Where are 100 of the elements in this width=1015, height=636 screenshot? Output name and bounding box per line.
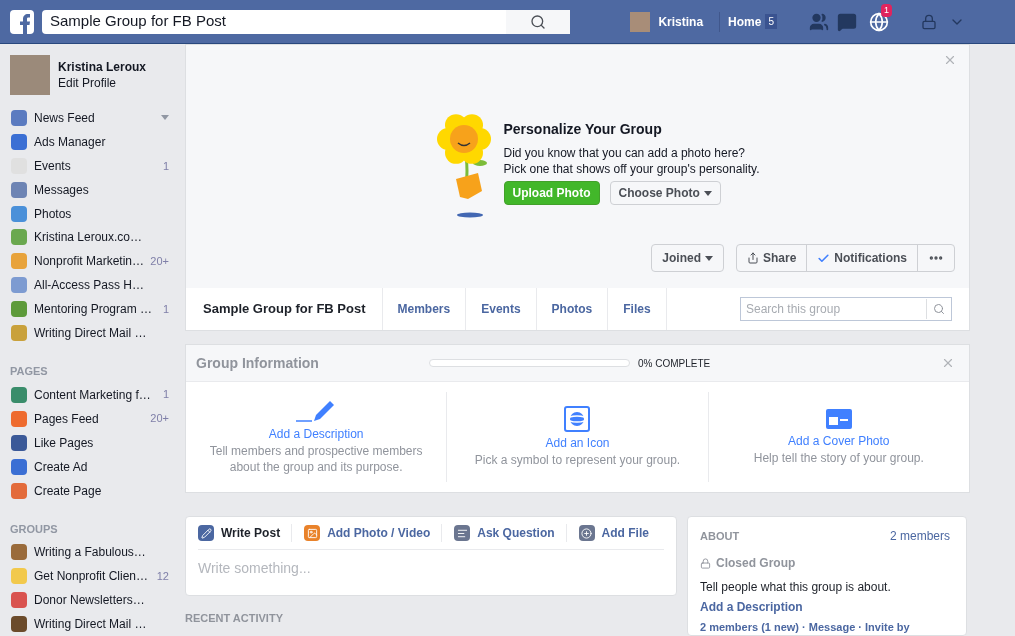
privacy-label: Closed Group bbox=[716, 555, 796, 572]
section-heading: GROUPS bbox=[9, 521, 59, 537]
joined-button[interactable]: Joined bbox=[651, 244, 724, 272]
group-search-input[interactable]: Search this group bbox=[741, 300, 926, 318]
sidebar-item[interactable]: Nonprofit Marketin… 20+ bbox=[0, 249, 185, 274]
sidebar-item-label: Create Page bbox=[34, 482, 103, 500]
recent-activity-heading: RECENT ACTIVITY bbox=[185, 611, 284, 626]
composer-tab[interactable]: Add Photo / Video bbox=[327, 524, 431, 542]
choose-photo-button[interactable]: Choose Photo bbox=[609, 181, 721, 205]
lock-icon bbox=[700, 557, 711, 569]
sidebar-item[interactable]: Like Pages bbox=[0, 430, 185, 455]
group-nav-tab[interactable]: Members bbox=[382, 288, 467, 330]
sidebar-item[interactable]: Donor Newsletters… bbox=[0, 588, 185, 613]
sidebar-item[interactable]: Content Marketing f… 1 bbox=[0, 382, 185, 407]
sidebar-item[interactable]: Mentoring Program … 1 bbox=[0, 297, 185, 322]
sidebar-item[interactable]: Writing a Fabulous… bbox=[0, 540, 185, 565]
item-count: 1 bbox=[162, 301, 169, 317]
caret-icon[interactable] bbox=[161, 115, 169, 121]
privacy-icon[interactable] bbox=[921, 13, 937, 30]
sidebar-item[interactable]: Writing Direct Mail … bbox=[0, 612, 185, 636]
notifications-button[interactable]: Notifications bbox=[807, 245, 918, 271]
sidebar-item-icon bbox=[11, 544, 27, 561]
messages-icon[interactable] bbox=[837, 11, 857, 32]
info-card-text: Help tell the story of your group. bbox=[753, 450, 924, 466]
add-description-link[interactable]: Add a Description bbox=[700, 598, 954, 616]
sidebar-item[interactable]: Writing Direct Mail … bbox=[0, 321, 185, 346]
group-search-field[interactable]: Search this group bbox=[740, 297, 952, 321]
close-icon[interactable] bbox=[943, 53, 957, 67]
sidebar-item-icon bbox=[11, 410, 27, 427]
add-file-icon bbox=[578, 525, 595, 541]
sidebar-item[interactable]: Create Ad bbox=[0, 454, 185, 479]
user-avatar[interactable] bbox=[630, 11, 651, 32]
friends-icon[interactable] bbox=[809, 11, 829, 32]
sidebar-item-icon bbox=[11, 568, 27, 585]
item-count: 12 bbox=[156, 568, 169, 584]
facebook-logo[interactable] bbox=[10, 9, 34, 34]
search-value: Sample Group for FB Post bbox=[49, 11, 227, 32]
search-icon bbox=[530, 13, 546, 30]
about-text: Tell people what this group is about. bbox=[700, 579, 892, 596]
sidebar-item-label: Writing Direct Mail … bbox=[34, 616, 148, 634]
sidebar-item-label: Ads Manager bbox=[34, 133, 107, 151]
item-count: 1 bbox=[162, 387, 169, 403]
share-arrow-icon bbox=[746, 252, 759, 264]
sidebar-item[interactable]: Messages bbox=[0, 177, 185, 202]
info-card-link[interactable]: Add an Icon bbox=[545, 434, 610, 452]
sidebar-item[interactable]: Pages Feed 20+ bbox=[0, 406, 185, 431]
composer-tab[interactable]: Ask Question bbox=[477, 524, 555, 542]
sidebar-item[interactable]: All-Access Pass H… bbox=[0, 273, 185, 298]
progress-reading: 0% COMPLETE bbox=[638, 356, 711, 371]
sidebar-item-icon bbox=[11, 386, 27, 403]
group-info-title: Group Information bbox=[196, 353, 320, 373]
home-link[interactable]: Home bbox=[728, 12, 762, 31]
section-heading: PAGES bbox=[9, 364, 49, 380]
composer-tab[interactable]: Write Post bbox=[221, 524, 281, 542]
cover-photo-icon bbox=[824, 408, 853, 430]
sidebar-item-icon bbox=[11, 253, 27, 270]
sidebar-item-label: Writing a Fabulous… bbox=[34, 544, 147, 562]
sidebar-item-label: Events bbox=[34, 157, 72, 175]
sidebar-item-icon bbox=[11, 434, 27, 451]
sidebar-item-label: Get Nonprofit Clien… bbox=[34, 568, 150, 586]
photo-icon bbox=[304, 525, 321, 541]
share-button[interactable]: Share bbox=[736, 245, 808, 271]
members-link[interactable]: 2 members bbox=[889, 527, 950, 545]
sidebar-item-label: Writing Direct Mail … bbox=[34, 325, 148, 343]
sidebar-item-label: News Feed bbox=[34, 109, 96, 127]
item-count: 1 bbox=[162, 158, 169, 174]
sidebar-item[interactable]: Get Nonprofit Clien… 12 bbox=[0, 564, 185, 589]
sidebar-item-icon bbox=[11, 482, 27, 499]
write-pencil-icon bbox=[198, 525, 214, 541]
group-nav-tab[interactable]: Photos bbox=[536, 288, 609, 330]
sidebar-item[interactable]: Photos bbox=[0, 201, 185, 226]
user-name-link[interactable]: Kristina bbox=[658, 12, 704, 31]
sidebar-item-icon bbox=[11, 301, 27, 318]
sidebar-item[interactable]: News Feed bbox=[0, 106, 185, 130]
search-icon bbox=[933, 303, 945, 315]
cover-text: Did you know that you can add a photo here? bbox=[503, 145, 746, 161]
sidebar-item[interactable]: Events 1 bbox=[0, 153, 185, 178]
composer-input[interactable]: Write something... bbox=[198, 558, 664, 579]
group-nav-tab[interactable]: Events bbox=[466, 288, 537, 330]
item-count: 20+ bbox=[150, 411, 169, 427]
info-card-link[interactable]: Add a Description bbox=[268, 425, 364, 443]
sidebar-item-label: Create Ad bbox=[34, 458, 89, 476]
question-list-icon bbox=[454, 525, 471, 541]
search-field[interactable]: Sample Group for FB Post bbox=[42, 9, 570, 34]
globe-icon[interactable] bbox=[869, 11, 889, 32]
composer-tab[interactable]: Add File bbox=[601, 524, 649, 542]
about-footer-links[interactable]: 2 members (1 new) · Message · Invite by bbox=[700, 619, 954, 636]
info-card-link[interactable]: Add a Cover Photo bbox=[788, 432, 890, 450]
search-button[interactable] bbox=[506, 9, 570, 34]
sidebar-item[interactable]: Ads Manager bbox=[0, 129, 185, 154]
sidebar-item-icon bbox=[11, 325, 27, 342]
sidebar-item[interactable]: Kristina Leroux.co… bbox=[0, 225, 185, 250]
sidebar-item[interactable]: Create Page bbox=[0, 478, 185, 503]
group-nav-tab[interactable]: Files bbox=[608, 288, 667, 330]
close-icon[interactable] bbox=[941, 356, 955, 370]
group-nav-tab[interactable]: Sample Group for FB Post bbox=[203, 288, 383, 330]
sidebar-item-icon bbox=[11, 458, 27, 475]
sidebar-item-label: Mentoring Program … bbox=[34, 301, 154, 319]
edit-profile-link[interactable]: Edit Profile bbox=[58, 75, 147, 91]
profile-name[interactable]: Kristina Leroux bbox=[58, 59, 147, 75]
